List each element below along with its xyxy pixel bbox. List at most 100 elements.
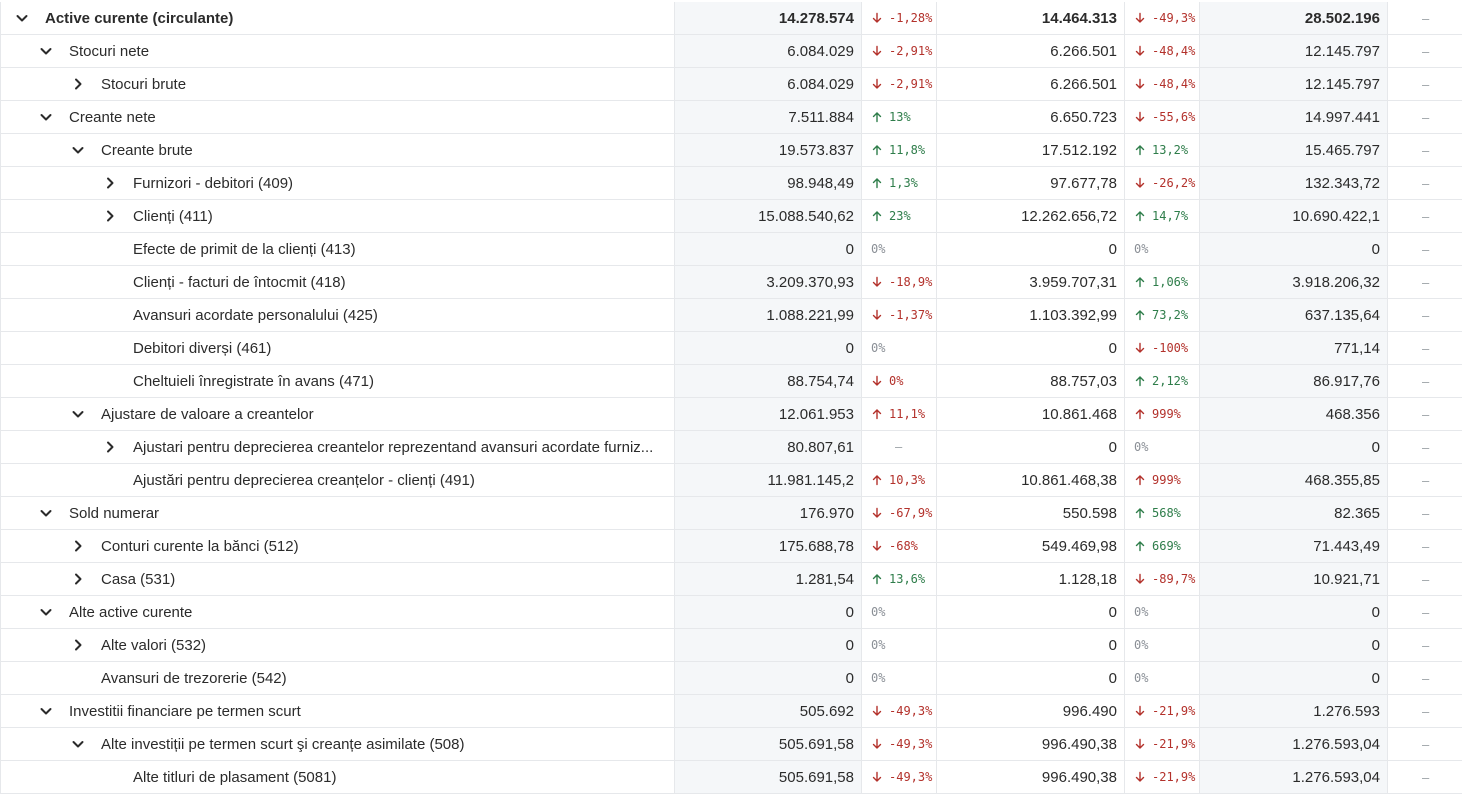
chevron-down-icon[interactable] [37, 42, 55, 60]
chevron-right-icon[interactable] [69, 636, 87, 654]
change-period-1-cell: -1,37% [862, 299, 937, 331]
value-period-1-cell: 0 [675, 629, 862, 661]
value-period-3: 3.918.206,32 [1292, 273, 1380, 291]
row-name-cell: Creante brute [0, 134, 675, 166]
chevron-right-icon[interactable] [101, 207, 119, 225]
change-period-3-cell: – [1388, 332, 1462, 364]
change-period-3: – [1422, 703, 1430, 719]
row-name-cell: Cheltuieli înregistrate în avans (471) [0, 365, 675, 397]
chevron-right-icon[interactable] [101, 174, 119, 192]
value-period-3-cell: 0 [1200, 596, 1388, 628]
table-row[interactable]: Alte investiții pe termen scurt şi crean… [0, 728, 1462, 761]
change-period-3-cell: – [1388, 431, 1462, 463]
row-label: Ajustări pentru deprecierea creanțelor -… [133, 471, 475, 489]
value-period-1-cell: 0 [675, 596, 862, 628]
value-period-1-cell: 6.084.029 [675, 68, 862, 100]
chevron-right-icon[interactable] [69, 570, 87, 588]
chevron-right-icon[interactable] [69, 537, 87, 555]
change-period-2-text: -48,4% [1152, 44, 1196, 58]
arrow-up-icon [1134, 309, 1146, 321]
change-period-2: 14,7% [1134, 200, 1199, 232]
table-row[interactable]: Stocuri nete 6.084.029 -2,91% 6.266.501 -48,… [0, 35, 1462, 68]
arrow-up-icon [1134, 375, 1146, 387]
change-period-1: 23% [871, 200, 936, 232]
table-row[interactable]: Creante brute 19.573.837 11,8% 17.512.192 13… [0, 134, 1462, 167]
change-period-2-text: -21,9% [1152, 704, 1196, 718]
table-row[interactable]: Investitii financiare pe termen scurt 505… [0, 695, 1462, 728]
table-row[interactable]: Creante nete 7.511.884 13% 6.650.723 -55,6% 1… [0, 101, 1462, 134]
change-period-2: 13,2% [1134, 134, 1199, 166]
value-period-3-cell: 1.276.593,04 [1200, 728, 1388, 760]
table-row[interactable]: Casa (531) 1.281,54 13,6% 1.128,18 -89,7% 10.… [0, 563, 1462, 596]
value-period-2: 0 [1108, 636, 1117, 654]
value-period-3: 14.997.441 [1304, 108, 1380, 126]
change-period-1-text: -49,3% [889, 770, 933, 784]
value-period-3-cell: 10.690.422,1 [1200, 200, 1388, 232]
table-row[interactable]: Ajustari pentru deprecierea creantelor r… [0, 431, 1462, 464]
value-period-3: 771,14 [1334, 339, 1380, 357]
row-name-cell: Avansuri acordate personalului (425) [0, 299, 675, 331]
table-row[interactable]: Stocuri brute 6.084.029 -2,91% 6.266.501 -48… [0, 68, 1462, 101]
change-period-1-text: 23% [889, 209, 911, 223]
row-name-cell: Alte titluri de plasament (5081) [0, 761, 675, 793]
change-period-2: -26,2% [1134, 167, 1199, 199]
table-row[interactable]: Ajustare de valoare a creantelor 12.061.9… [0, 398, 1462, 431]
change-period-2-cell: 0% [1125, 233, 1200, 265]
arrow-down-icon [871, 78, 883, 90]
value-period-3: 0 [1371, 669, 1380, 687]
change-period-2: 999% [1134, 398, 1199, 430]
change-period-1: 0% [871, 629, 936, 661]
change-period-2-cell: -48,4% [1125, 35, 1200, 67]
table-row: Avansuri acordate personalului (425) 1.08… [0, 299, 1462, 332]
change-period-1: 11,1% [871, 398, 936, 430]
value-period-1: 0 [845, 636, 854, 654]
change-period-1: 13,6% [871, 563, 936, 595]
value-period-2: 550.598 [1062, 504, 1117, 522]
value-period-3-cell: 82.365 [1200, 497, 1388, 529]
value-period-2: 6.650.723 [1050, 108, 1117, 126]
value-period-1-cell: 19.573.837 [675, 134, 862, 166]
table-row: Efecte de primit de la clienți (413) 0 0% 0… [0, 233, 1462, 266]
table-row[interactable]: Furnizori - debitori (409) 98.948,49 1,3% 9… [0, 167, 1462, 200]
value-period-3: 0 [1371, 603, 1380, 621]
value-period-3: 12.145.797 [1304, 42, 1380, 60]
chevron-right-icon[interactable] [69, 75, 87, 93]
chevron-down-icon[interactable] [69, 735, 87, 753]
chevron-down-icon[interactable] [37, 702, 55, 720]
table-row[interactable]: Active curente (circulante) 14.278.574 -1,… [0, 2, 1462, 35]
change-period-1-cell: 11,1% [862, 398, 937, 430]
change-period-3-cell: – [1388, 464, 1462, 496]
value-period-2-cell: 1.128,18 [937, 563, 1125, 595]
table-row[interactable]: Clienți (411) 15.088.540,62 23% 12.262.656,… [0, 200, 1462, 233]
change-period-1: -2,91% [871, 68, 936, 100]
change-period-1-text: -2,91% [889, 44, 933, 58]
chevron-down-icon[interactable] [69, 141, 87, 159]
value-period-3-cell: 1.276.593 [1200, 695, 1388, 727]
chevron-down-icon[interactable] [37, 504, 55, 522]
change-period-2-cell: -21,9% [1125, 695, 1200, 727]
row-name-cell: Casa (531) [0, 563, 675, 595]
arrow-down-icon [1134, 45, 1146, 57]
row-label: Alte valori (532) [101, 636, 207, 654]
chevron-down-icon[interactable] [37, 108, 55, 126]
change-period-1-cell: -18,9% [862, 266, 937, 298]
chevron-right-icon[interactable] [101, 438, 119, 456]
table-row[interactable]: Alte active curente 0 0% 0 0% 0 – [0, 596, 1462, 629]
value-period-1-cell: 0 [675, 332, 862, 364]
chevron-down-icon[interactable] [13, 9, 31, 27]
chevron-down-icon[interactable] [37, 603, 55, 621]
arrow-down-icon [1134, 771, 1146, 783]
table-row[interactable]: Alte valori (532) 0 0% 0 0% 0 – [0, 629, 1462, 662]
table-row[interactable]: Conturi curente la bănci (512) 175.688,78… [0, 530, 1462, 563]
value-period-3: 0 [1371, 438, 1380, 456]
row-label: Alte titluri de plasament (5081) [133, 768, 337, 786]
table-row: Alte titluri de plasament (5081) 505.691,… [0, 761, 1462, 794]
change-period-3-cell: – [1388, 398, 1462, 430]
chevron-down-icon[interactable] [69, 405, 87, 423]
arrow-up-icon [1134, 144, 1146, 156]
change-period-1: -1,28% [871, 2, 936, 34]
change-period-1-cell: -67,9% [862, 497, 937, 529]
table-row[interactable]: Sold numerar 176.970 -67,9% 550.598 568% 82.3… [0, 497, 1462, 530]
change-period-1-cell: – [862, 431, 937, 463]
change-period-2: -48,4% [1134, 35, 1199, 67]
